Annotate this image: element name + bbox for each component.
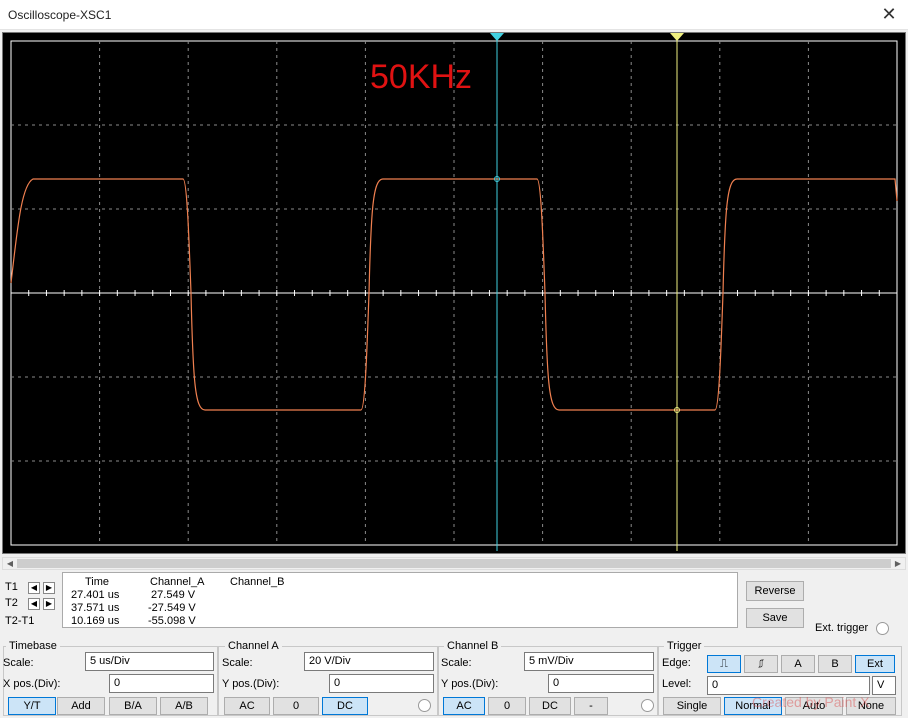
arrow-right-icon[interactable]: ▶	[892, 558, 904, 569]
row2-time: 37.571 us	[71, 602, 120, 614]
t1-label: T1	[5, 581, 18, 593]
mode-ab-button[interactable]: A/B	[160, 697, 208, 715]
t2-t1-label: T2-T1	[5, 615, 35, 627]
row3-channel-a: -55.098 V	[148, 615, 196, 627]
scope-display	[10, 33, 898, 551]
scope-screen	[2, 32, 906, 554]
row2-channel-a: -27.549 V	[148, 602, 196, 614]
t1-left-arrow-icon[interactable]: ◀	[28, 582, 40, 594]
frequency-annotation: 50KHz	[370, 58, 473, 96]
mode-add-button[interactable]: Add	[57, 697, 105, 715]
row3-time: 10.169 us	[71, 615, 120, 627]
channel-b-ac-button[interactable]: AC	[443, 697, 485, 715]
channel-a-title: Channel A	[225, 640, 282, 652]
channel-a-terminal[interactable]	[418, 699, 431, 712]
cursor-t1-flag[interactable]	[490, 33, 504, 41]
measurement-readout: Time Channel_A Channel_B 27.401 us 27.54…	[62, 572, 738, 628]
trigger-level-unit[interactable]: V	[872, 676, 896, 695]
row1-channel-a: 27.549 V	[148, 589, 196, 601]
header-channel-b: Channel_B	[230, 576, 285, 588]
channel-b-minus-button[interactable]: -	[574, 697, 608, 715]
arrow-left-icon[interactable]: ◀	[4, 558, 16, 569]
mode-yt-button[interactable]: Y/T	[8, 697, 56, 715]
timebase-xpos-label: X pos.(Div):	[3, 678, 61, 690]
t1-right-arrow-icon[interactable]: ▶	[43, 582, 55, 594]
channel-b-terminal[interactable]	[641, 699, 654, 712]
header-channel-a: Channel_A	[150, 576, 205, 588]
cursor-t1[interactable]	[490, 33, 504, 551]
trigger-single-button[interactable]: Single	[663, 697, 721, 715]
channel-a-zero-button[interactable]: 0	[273, 697, 319, 715]
cursor-t2-flag[interactable]	[670, 33, 684, 41]
channel-b-ypos-field[interactable]: 0	[548, 674, 654, 693]
title-bar: Oscilloscope-XSC1 ✕	[0, 0, 908, 30]
channel-b-scale-label: Scale:	[441, 657, 472, 669]
cursor-t2[interactable]	[670, 33, 684, 551]
close-icon[interactable]: ✕	[878, 4, 900, 26]
reverse-button[interactable]: Reverse	[746, 581, 804, 601]
window-title: Oscilloscope-XSC1	[8, 8, 112, 22]
ext-trigger-label: Ext. trigger	[815, 622, 869, 634]
channel-b-dc-button[interactable]: DC	[529, 697, 571, 715]
channel-a-scale-field[interactable]: 20 V/Div	[304, 652, 434, 671]
trigger-level-label: Level:	[662, 678, 692, 690]
channel-b-scale-field[interactable]: 5 mV/Div	[524, 652, 654, 671]
scrollbar-thumb[interactable]	[17, 559, 891, 568]
trigger-level-field[interactable]: 0	[707, 676, 870, 695]
horizontal-scrollbar[interactable]: ◀ ▶	[2, 557, 906, 570]
timebase-scale-label: Scale:	[3, 657, 34, 669]
trigger-title: Trigger	[664, 640, 705, 652]
timebase-scale-field[interactable]: 5 us/Div	[85, 652, 214, 671]
channel-a-dc-button[interactable]: DC	[322, 697, 368, 715]
center-axis	[10, 290, 898, 296]
t2-label: T2	[5, 597, 18, 609]
t2-right-arrow-icon[interactable]: ▶	[43, 598, 55, 610]
channel-a-ypos-label: Y pos.(Div):	[222, 678, 280, 690]
trigger-source-ext-button[interactable]: Ext	[855, 655, 895, 673]
watermark: Created by Paint X	[752, 694, 870, 710]
rising-edge-icon[interactable]: ⎍	[707, 655, 741, 673]
t2-left-arrow-icon[interactable]: ◀	[28, 598, 40, 610]
channel-a-ac-button[interactable]: AC	[224, 697, 270, 715]
timebase-title: Timebase	[6, 640, 60, 652]
trigger-edge-label: Edge:	[662, 657, 691, 669]
header-time: Time	[85, 576, 110, 588]
cursor-controls: T1 ◀ ▶ T2 ◀ ▶ T2-T1	[3, 577, 59, 629]
trigger-source-b-button[interactable]: B	[818, 655, 852, 673]
channel-b-zero-button[interactable]: 0	[488, 697, 526, 715]
timebase-xpos-field[interactable]: 0	[109, 674, 214, 693]
falling-edge-icon[interactable]: ⎎	[744, 655, 778, 673]
channel-b-title: Channel B	[444, 640, 502, 652]
mode-ba-button[interactable]: B/A	[109, 697, 157, 715]
save-button[interactable]: Save	[746, 608, 804, 628]
ext-trigger-terminal[interactable]	[876, 622, 889, 635]
channel-b-ypos-label: Y pos.(Div):	[441, 678, 499, 690]
row1-time: 27.401 us	[71, 589, 120, 601]
channel-a-scale-label: Scale:	[222, 657, 253, 669]
channel-a-ypos-field[interactable]: 0	[329, 674, 434, 693]
trigger-source-a-button[interactable]: A	[781, 655, 815, 673]
